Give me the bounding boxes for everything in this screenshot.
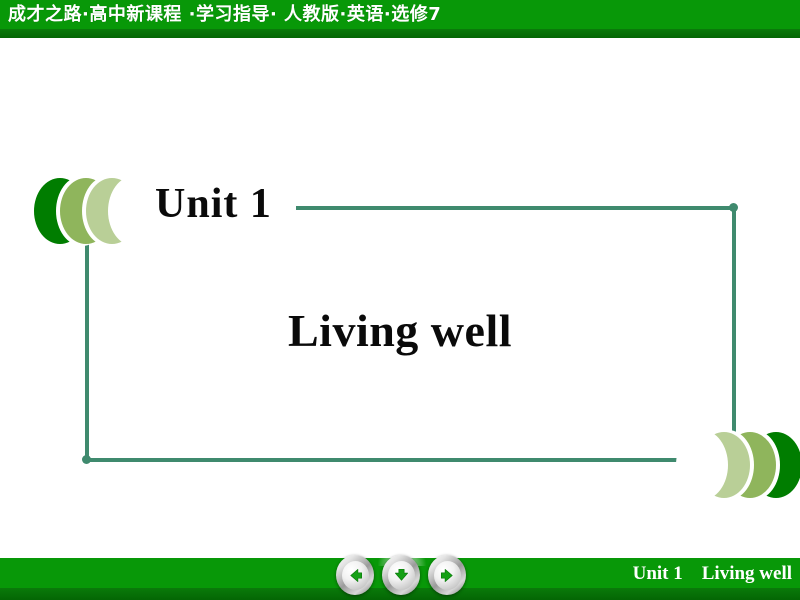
triple-crescent-left-icon [34,176,160,246]
arrow-down-icon [392,566,411,585]
footer-caption: Unit 1 Living well [632,563,792,584]
crescent-right-3 [676,430,750,500]
frame-corner-dot-top-right [729,203,738,212]
lesson-title: Living well [287,305,513,356]
navigation-buttons [336,552,468,596]
header-band-dark [0,29,800,38]
arrow-left-icon [346,566,365,585]
header-bar: 成才之路·高中新课程 ·学习指导· 人教版·英语·选修7 [0,0,800,38]
arrow-right-icon [438,566,457,585]
triple-crescent-right-icon [676,430,800,500]
frame-line-top [296,206,736,210]
frame-line-bottom [85,458,692,462]
prev-slide-button[interactable] [336,555,374,595]
next-section-button[interactable] [382,555,420,595]
header-title: 成才之路·高中新课程 ·学习指导· 人教版·英语·选修7 [8,4,442,25]
prev-button-face [341,560,369,590]
slide-canvas: Unit 1 Living well [0,38,800,550]
crescent-left-3 [86,176,160,246]
frame-corner-dot-bottom-left [82,455,91,464]
down-button-face [387,560,415,590]
next-slide-button[interactable] [428,555,466,595]
unit-title: Unit 1 [155,181,272,227]
next-button-face [433,560,461,590]
